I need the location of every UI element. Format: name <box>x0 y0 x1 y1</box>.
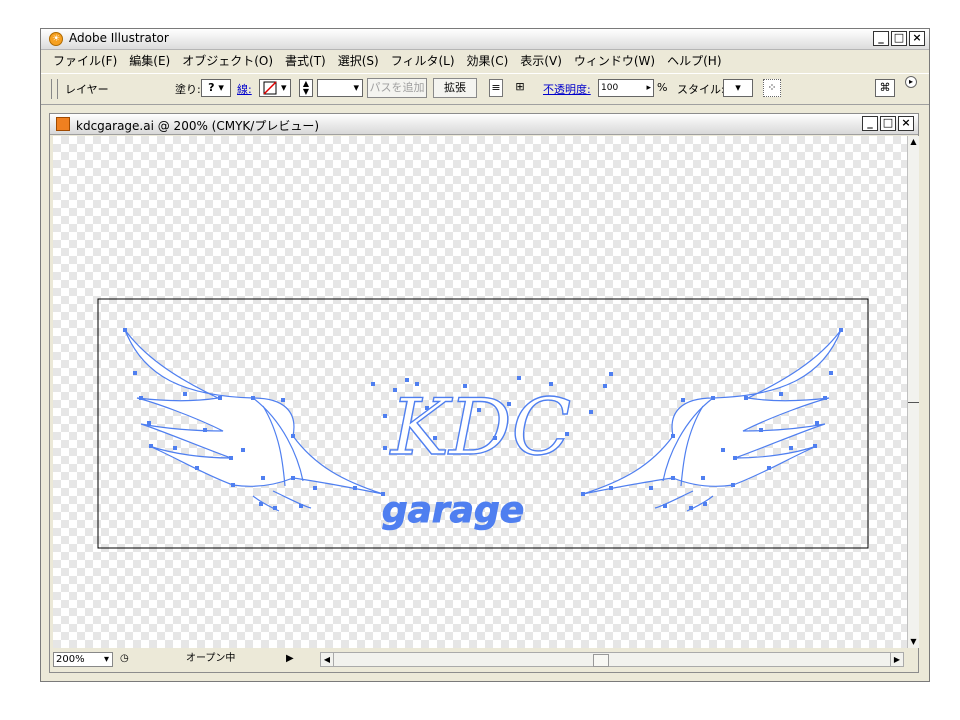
menu-help[interactable]: ヘルプ(H) <box>667 52 721 69</box>
scroll-left-icon[interactable]: ◀ <box>321 653 334 666</box>
percent-label: % <box>657 81 668 94</box>
stroke-label[interactable]: 線: <box>237 81 252 97</box>
menu-edit[interactable]: 編集(E) <box>129 52 170 69</box>
layer-label[interactable]: レイヤー <box>65 81 109 97</box>
fill-value: ? <box>208 81 215 94</box>
maximize-button[interactable]: □ <box>891 31 907 46</box>
stroke-weight-dropdown[interactable]: ▾ <box>317 79 363 97</box>
artboard-canvas[interactable]: KDC garage <box>53 136 907 648</box>
style-dropdown[interactable]: ▾ <box>723 79 753 97</box>
zoom-dropdown[interactable]: 200% ▾ <box>53 652 113 667</box>
close-button[interactable]: × <box>909 31 925 46</box>
style-label: スタイル: <box>677 83 725 96</box>
menu-bar: ファイル(F) 編集(E) オブジェクト(O) 書式(T) 選択(S) フィルタ… <box>41 50 929 70</box>
fill-label: 塗り: <box>175 83 201 96</box>
reference-point-icon[interactable]: ⁘ <box>763 79 781 97</box>
horizontal-scroll-thumb[interactable] <box>593 654 609 667</box>
palette-menu-icon[interactable]: ⌘ <box>875 79 895 97</box>
transform-icon[interactable]: ⊞ <box>513 79 527 97</box>
palette-options-icon[interactable]: ▸ <box>905 76 917 88</box>
stroke-weight-stepper[interactable]: ▲ ▼ <box>299 79 313 97</box>
document-window: kdcgarage.ai @ 200% (CMYK/プレビュー) _ □ × K… <box>49 113 919 673</box>
vertical-scrollbar[interactable]: ▲ ▼ <box>907 136 919 648</box>
menu-type[interactable]: 書式(T) <box>285 52 326 69</box>
toolbar-grip-handle[interactable] <box>51 79 58 99</box>
horizontal-scrollbar[interactable]: ◀ ▶ <box>320 652 904 667</box>
menu-file[interactable]: ファイル(F) <box>53 52 117 69</box>
document-titlebar: kdcgarage.ai @ 200% (CMYK/プレビュー) _ □ × <box>50 114 918 135</box>
fill-swatch[interactable]: ? ▾ <box>201 79 231 97</box>
none-stroke-icon <box>263 81 278 95</box>
artwork-garage-text: garage <box>382 490 524 531</box>
opacity-field[interactable]: 100 ▸ <box>598 79 654 97</box>
scroll-down-icon[interactable]: ▼ <box>908 636 919 648</box>
menu-object[interactable]: オブジェクト(O) <box>182 52 273 69</box>
stroke-swatch[interactable]: ▾ <box>259 79 291 97</box>
ai-file-icon <box>56 117 70 131</box>
menu-window[interactable]: ウィンドウ(W) <box>574 52 655 69</box>
right-wing <box>582 329 842 512</box>
doc-minimize-button[interactable]: _ <box>862 116 878 131</box>
document-title: kdcgarage.ai @ 200% (CMYK/プレビュー) <box>76 119 320 133</box>
left-wing <box>124 329 384 512</box>
artwork-svg: KDC garage <box>97 298 869 549</box>
opacity-value: 100 <box>601 83 619 93</box>
vertical-scroll-thumb[interactable] <box>908 402 919 403</box>
zoom-value: 200% <box>56 654 85 665</box>
control-palette: レイヤー 塗り: ? ▾ 線: ▾ ▲ ▼ ▾ パスを追加 拡張 ≡ ⊞ 不透明度… <box>41 73 929 105</box>
minimize-button[interactable]: _ <box>873 31 889 46</box>
menu-view[interactable]: 表示(V) <box>520 52 562 69</box>
opacity-arrow-icon: ▸ <box>646 83 651 93</box>
app-title: Adobe Illustrator <box>69 31 169 45</box>
opacity-label[interactable]: 不透明度: <box>543 81 591 97</box>
expand-button[interactable]: 拡張 <box>433 78 477 98</box>
menu-filter[interactable]: フィルタ(L) <box>391 52 455 69</box>
app-titlebar: ☀ Adobe Illustrator _ □ × <box>41 29 929 50</box>
status-text[interactable]: オープン中 <box>136 652 300 667</box>
artwork-kdc-text: KDC <box>389 383 572 473</box>
doc-maximize-button[interactable]: □ <box>880 116 896 131</box>
illustrator-window: ☀ Adobe Illustrator _ □ × ファイル(F) 編集(E) … <box>40 28 930 682</box>
add-path-button[interactable]: パスを追加 <box>367 78 427 98</box>
scroll-right-icon[interactable]: ▶ <box>890 653 903 666</box>
status-clock-icon: ◷ <box>120 653 129 664</box>
doc-close-button[interactable]: × <box>898 116 914 131</box>
menu-effect[interactable]: 効果(C) <box>467 52 509 69</box>
scroll-up-icon[interactable]: ▲ <box>908 136 919 148</box>
zoom-dropdown-icon: ▾ <box>103 654 109 665</box>
align-panel-icon[interactable]: ≡ <box>489 79 503 97</box>
illustrator-logo-icon: ☀ <box>49 32 63 46</box>
menu-select[interactable]: 選択(S) <box>338 52 379 69</box>
status-menu-icon[interactable]: ▶ <box>284 652 296 667</box>
status-bar: 200% ▾ ◷ オープン中 ▶ ◀ ▶ <box>50 650 918 670</box>
